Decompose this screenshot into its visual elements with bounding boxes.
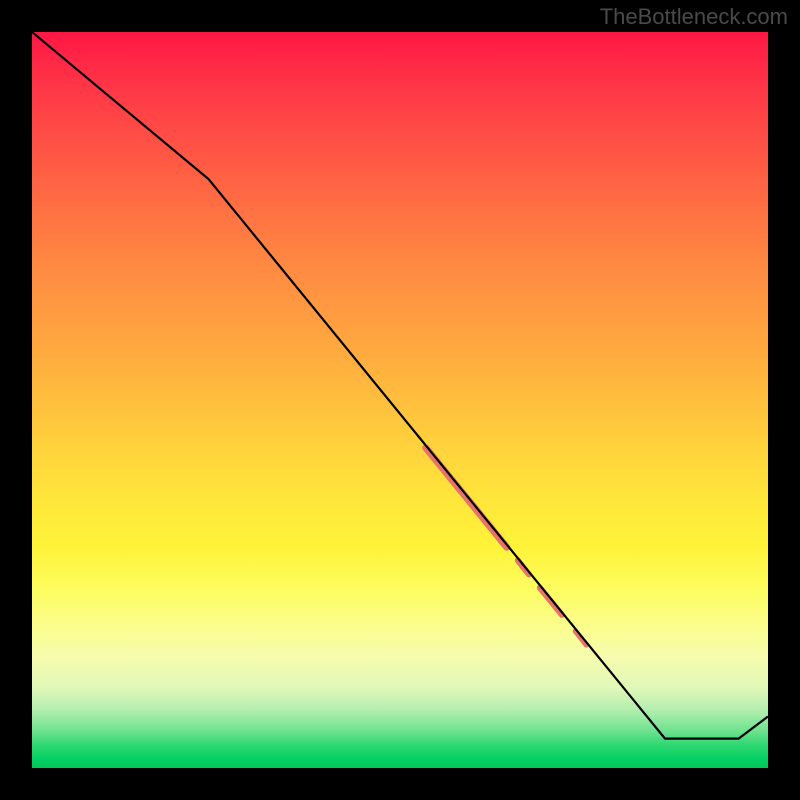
chart-main-curve — [32, 32, 768, 739]
chart-highlight-segment — [518, 560, 529, 574]
chart-highlight-segment — [575, 631, 586, 645]
chart-highlight-group — [426, 448, 586, 645]
watermark-text: TheBottleneck.com — [600, 4, 788, 30]
chart-svg-layer — [32, 32, 768, 768]
chart-highlight-segment — [426, 448, 507, 547]
chart-plot-area — [32, 32, 768, 768]
chart-highlight-segment — [540, 588, 562, 615]
